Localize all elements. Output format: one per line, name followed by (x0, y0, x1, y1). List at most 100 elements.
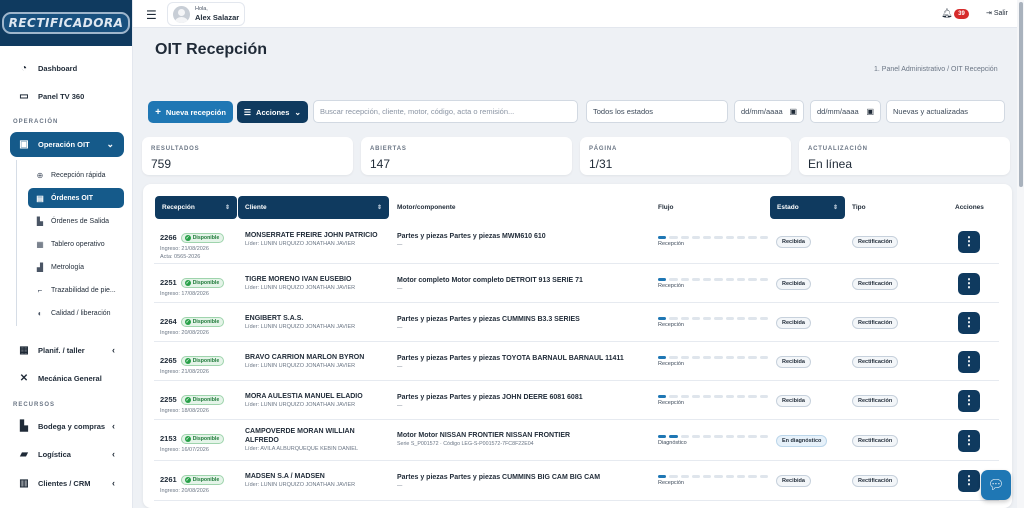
motor-name: Partes y piezas Partes y piezas CUMMINS … (397, 474, 601, 481)
reception-number[interactable]: 2153 (160, 434, 177, 443)
th-recepcion[interactable]: Recepción ⇕ (155, 196, 237, 219)
nav-dashboard[interactable]: ◔ Dashboard (0, 61, 132, 75)
motor-name: Motor Motor NISSAN FRONTIER NISSAN FRONT… (397, 432, 571, 439)
reception-cell: 2251 ✓ Disponible Ingreso: 17/08/2026 (160, 272, 225, 298)
flow-step (725, 356, 735, 359)
calendar-icon[interactable]: ▣ (866, 107, 874, 116)
flow-step (725, 278, 735, 281)
table-row[interactable]: 2251 ✓ Disponible Ingreso: 17/08/2026 TIGRE … (154, 264, 999, 303)
chevron-left-icon: ‹ (112, 449, 115, 459)
sub-tablero-operativo[interactable]: ▦ Tablero operativo (28, 234, 124, 254)
nav-planif[interactable]: ▦ Planif. / taller ‹ (0, 343, 132, 357)
sub-ordenes-oit[interactable]: ▤ Órdenes OIT (28, 188, 124, 208)
table-row[interactable]: 2255 ✓ Disponible Ingreso: 18/08/2026 MORA A… (154, 381, 999, 420)
menu-icon[interactable]: ☰ (146, 8, 157, 22)
table-row[interactable]: 2265 ✓ Disponible Ingreso: 21/08/2026 BRAVO … (154, 342, 999, 381)
flow-progress (658, 278, 768, 281)
th-estado[interactable]: Estado ⇕ (770, 196, 845, 219)
row-actions-button[interactable]: ⋮ (958, 273, 980, 295)
search-field[interactable] (313, 100, 578, 123)
reception-number[interactable]: 2266 (160, 233, 177, 242)
reception-number[interactable]: 2261 (160, 475, 177, 484)
sort-filter[interactable]: Nuevas y actualizadas (886, 100, 1005, 123)
calendar-icon[interactable]: ▣ (789, 107, 797, 116)
ingreso-date: Ingreso: 18/08/2026 (160, 408, 209, 414)
section-recursos: RECURSOS (13, 402, 56, 408)
user-chip[interactable]: Hola, Alex Salazar (167, 2, 245, 26)
table-row[interactable]: 2261 ✓ Disponible Ingreso: 20/08/2026 MADSEN… (154, 461, 999, 501)
type-badge: Rectificación (852, 395, 899, 407)
flow-cell: Recepción (658, 395, 768, 406)
motor-name: Partes y piezas Partes y piezas TOYOTA B… (397, 355, 624, 362)
row-actions-button[interactable]: ⋮ (958, 390, 980, 412)
nav-clientes-label: Clientes / CRM (38, 478, 91, 488)
bell-icon[interactable]: 🔔︎ (941, 8, 952, 19)
row-actions-button[interactable]: ⋮ (958, 231, 980, 253)
flow-step (691, 395, 701, 398)
logout-icon: ⇥ (986, 10, 992, 17)
flow-step (680, 356, 689, 359)
ingreso-date: Ingreso: 20/08/2026 (160, 488, 209, 494)
sub-trazabilidad[interactable]: ⌐ Trazabilidad de pie... (28, 280, 124, 300)
client-leader: Líder: LUNIN URQUIZO JONATHAN JAVIER (245, 363, 356, 369)
flow-step (714, 356, 723, 359)
breadcrumb[interactable]: 1. Panel Administrativo / OIT Recepción (874, 66, 998, 73)
reception-number[interactable]: 2255 (160, 395, 177, 404)
sub-ordenes-salida[interactable]: ▙ Órdenes de Salida (28, 211, 124, 231)
flow-step (714, 236, 723, 239)
status-filter-value: Todos los estados (593, 107, 654, 116)
flow-step (714, 435, 723, 438)
status-badge: Recibida (776, 278, 811, 290)
new-reception-button[interactable]: + Nueva recepción (148, 101, 233, 123)
sub-recepcion-rapida[interactable]: ⊕ Recepción rápida (28, 165, 124, 185)
motor-detail: — (397, 364, 403, 370)
table-row[interactable]: 2264 ✓ Disponible Ingreso: 20/08/2026 ENGIBE… (154, 303, 999, 342)
nav-clientes[interactable]: ▥ Clientes / CRM ‹ (0, 476, 132, 490)
table-row[interactable]: 2153 ✓ Disponible Ingreso: 16/07/2026 CAMPOV… (154, 420, 999, 461)
row-actions-button[interactable]: ⋮ (958, 470, 980, 492)
th-label: Recepción (162, 204, 195, 211)
flow-cell: Recepción (658, 317, 768, 328)
motor-detail: — (397, 286, 403, 292)
motor-cell: Partes y piezas Partes y piezas CUMMINS … (397, 315, 647, 333)
nav-panel-tv[interactable]: ▭ Panel TV 360 (0, 89, 132, 103)
client-name-cont: ALFREDO (245, 437, 279, 444)
sub-metrologia[interactable]: ▟ Metrología (28, 257, 124, 277)
flow-step (759, 278, 768, 281)
nav-operacion-oit[interactable]: ▣ Operación OIT ⌄ (10, 132, 124, 157)
reception-number[interactable]: 2265 (160, 356, 177, 365)
nav-bodega[interactable]: ▙ Bodega y compras ‹ (0, 419, 132, 433)
motor-name: Partes y piezas Partes y piezas CUMMINS … (397, 316, 580, 323)
reception-number[interactable]: 2251 (160, 278, 177, 287)
status-filter[interactable]: Todos los estados (586, 100, 728, 123)
row-actions-button[interactable]: ⋮ (958, 351, 980, 373)
reception-number[interactable]: 2264 (160, 317, 177, 326)
sub-label: Trazabilidad de pie... (51, 286, 116, 294)
nav-mecanica[interactable]: ✕ Mecánica General (0, 371, 132, 385)
nav-logistica[interactable]: ▰ Logística ‹ (0, 447, 132, 461)
flow-step (737, 317, 746, 320)
row-actions-button[interactable]: ⋮ (958, 312, 980, 334)
th-cliente[interactable]: Cliente ⇕ (238, 196, 389, 219)
logout-button[interactable]: ⇥ Salir (986, 9, 1008, 17)
search-input[interactable] (320, 107, 577, 116)
reception-cell: 2255 ✓ Disponible Ingreso: 18/08/2026 (160, 389, 225, 415)
chat-button[interactable]: 💬︎ (981, 470, 1011, 500)
flow-label: Recepción (658, 400, 684, 406)
brand-logo[interactable]: RECTIFICADORA (0, 0, 132, 46)
th-acciones: Acciones (955, 196, 995, 219)
type-badge: Rectificación (852, 475, 899, 487)
page-title: OIT Recepción (155, 41, 268, 58)
table-row[interactable]: 2266 ✓ Disponible Ingreso: 21/08/2026 Acta: … (154, 220, 999, 264)
sub-calidad[interactable]: ◐ Calidad / liberación (28, 303, 124, 323)
actions-button[interactable]: ☰ Acciones ⌄ (237, 101, 308, 123)
row-actions-button[interactable]: ⋮ (958, 430, 980, 452)
th-flujo: Flujo (658, 196, 718, 219)
chevron-left-icon: ‹ (112, 345, 115, 355)
sort-icon: ⇕ (832, 205, 838, 211)
flow-step (737, 356, 746, 359)
page-scrollbar-thumb[interactable] (1019, 2, 1023, 187)
date-to-field[interactable]: dd/mm/aaaa ▣ (810, 100, 881, 123)
ingreso-date: Ingreso: 21/08/2026 (160, 369, 209, 375)
date-from-field[interactable]: dd/mm/aaaa ▣ (734, 100, 804, 123)
